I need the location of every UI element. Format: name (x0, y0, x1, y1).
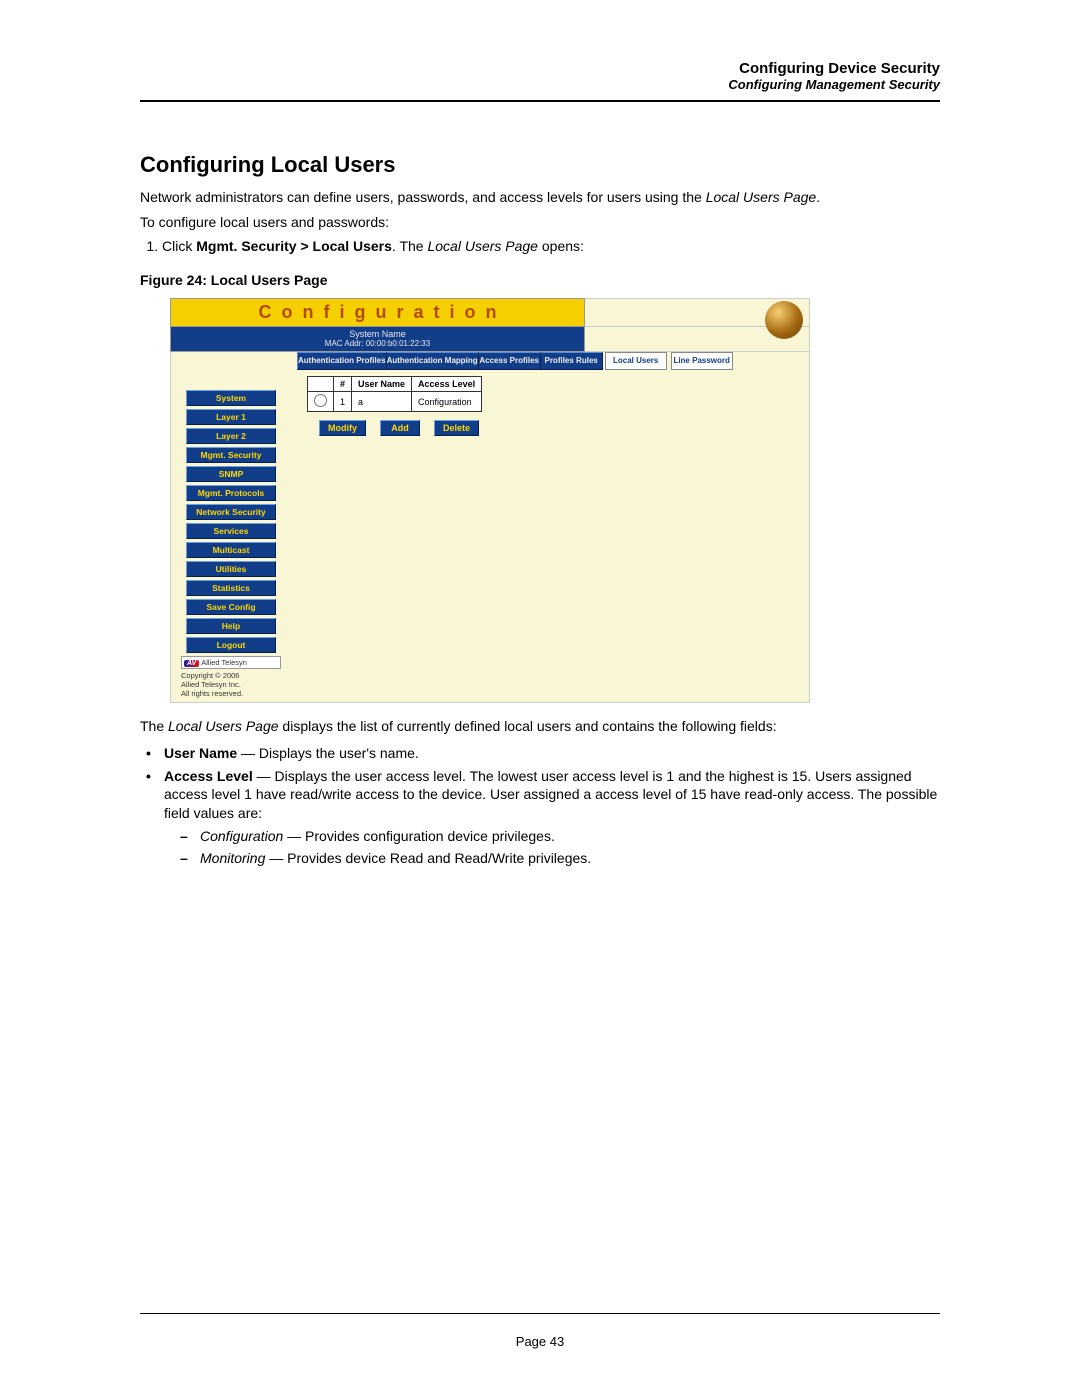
sidebar-item-save-config[interactable]: Save Config (186, 599, 276, 615)
figure-local-users-page: Configuration System Name MAC Addr: 00:0… (170, 298, 810, 703)
copyright-line2: Allied Telesyn Inc. (181, 680, 281, 689)
col-number: # (334, 377, 352, 392)
delete-button[interactable]: Delete (434, 420, 479, 436)
header-title: Configuring Device Security (140, 60, 940, 77)
globe-icon (765, 301, 803, 339)
sidebar-item-services[interactable]: Services (186, 523, 276, 539)
tab-auth-mapping[interactable]: Authentication Mapping (387, 352, 479, 370)
table-row: 1 a Configuration (308, 392, 482, 412)
tab-profiles-rules[interactable]: Profiles Rules (541, 352, 603, 370)
value-configuration: Configuration — Provides configuration d… (176, 827, 940, 846)
sidebar-item-statistics[interactable]: Statistics (186, 580, 276, 596)
col-select (308, 377, 334, 392)
config-title-bar: Configuration (170, 298, 585, 327)
row-select-radio[interactable] (314, 394, 327, 407)
value-monitoring: Monitoring — Provides device Read and Re… (176, 849, 940, 868)
page-footer: Page 43 (140, 1313, 940, 1349)
tab-local-users[interactable]: Local Users (605, 352, 667, 370)
sidebar-item-mgmt-protocols[interactable]: Mgmt. Protocols (186, 485, 276, 501)
local-users-table: # User Name Access Level 1 a Configurati… (307, 376, 482, 412)
intro-paragraph: Network administrators can define users,… (140, 188, 940, 207)
brand-logo: AVAllied Telesyn (181, 656, 281, 669)
divider (140, 100, 940, 102)
after-figure-paragraph: The Local Users Page displays the list o… (140, 717, 940, 736)
col-access-level: Access Level (412, 377, 482, 392)
row-access-level: Configuration (412, 392, 482, 412)
step-1: Click Mgmt. Security > Local Users. The … (162, 238, 940, 254)
sidebar-item-utilities[interactable]: Utilities (186, 561, 276, 577)
to-configure-line: To configure local users and passwords: (140, 213, 940, 232)
field-access-level: Access Level — Displays the user access … (140, 767, 940, 868)
col-username: User Name (352, 377, 412, 392)
tab-line-password[interactable]: Line Password (671, 352, 733, 370)
tab-access-profiles[interactable]: Access Profiles (479, 352, 541, 370)
sidebar-item-multicast[interactable]: Multicast (186, 542, 276, 558)
figure-caption: Figure 24: Local Users Page (140, 272, 940, 288)
sidebar-item-help[interactable]: Help (186, 618, 276, 634)
tab-bar: Authentication Profiles Authentication M… (297, 352, 803, 370)
sidebar-item-snmp[interactable]: SNMP (186, 466, 276, 482)
sidebar-nav: System Layer 1 Layer 2 Mgmt. Security SN… (171, 352, 291, 702)
field-username: User Name — Displays the user's name. (140, 744, 940, 763)
page-heading: Configuring Local Users (140, 152, 940, 178)
page-number: Page 43 (516, 1334, 564, 1349)
modify-button[interactable]: Modify (319, 420, 366, 436)
copyright-line1: Copyright © 2006 (181, 671, 281, 680)
row-username: a (352, 392, 412, 412)
sidebar-item-system[interactable]: System (186, 390, 276, 406)
add-button[interactable]: Add (380, 420, 420, 436)
sidebar-item-mgmt-security[interactable]: Mgmt. Security (186, 447, 276, 463)
system-info-bar: System Name MAC Addr: 00:00:b0:01:22:33 (170, 327, 585, 352)
tab-auth-profiles[interactable]: Authentication Profiles (297, 352, 387, 370)
sidebar-item-layer2[interactable]: Layer 2 (186, 428, 276, 444)
sidebar-item-layer1[interactable]: Layer 1 (186, 409, 276, 425)
row-number: 1 (334, 392, 352, 412)
sidebar-item-network-security[interactable]: Network Security (186, 504, 276, 520)
sidebar-item-logout[interactable]: Logout (186, 637, 276, 653)
copyright-line3: All rights reserved. (181, 689, 281, 698)
header-subtitle: Configuring Management Security (140, 77, 940, 92)
